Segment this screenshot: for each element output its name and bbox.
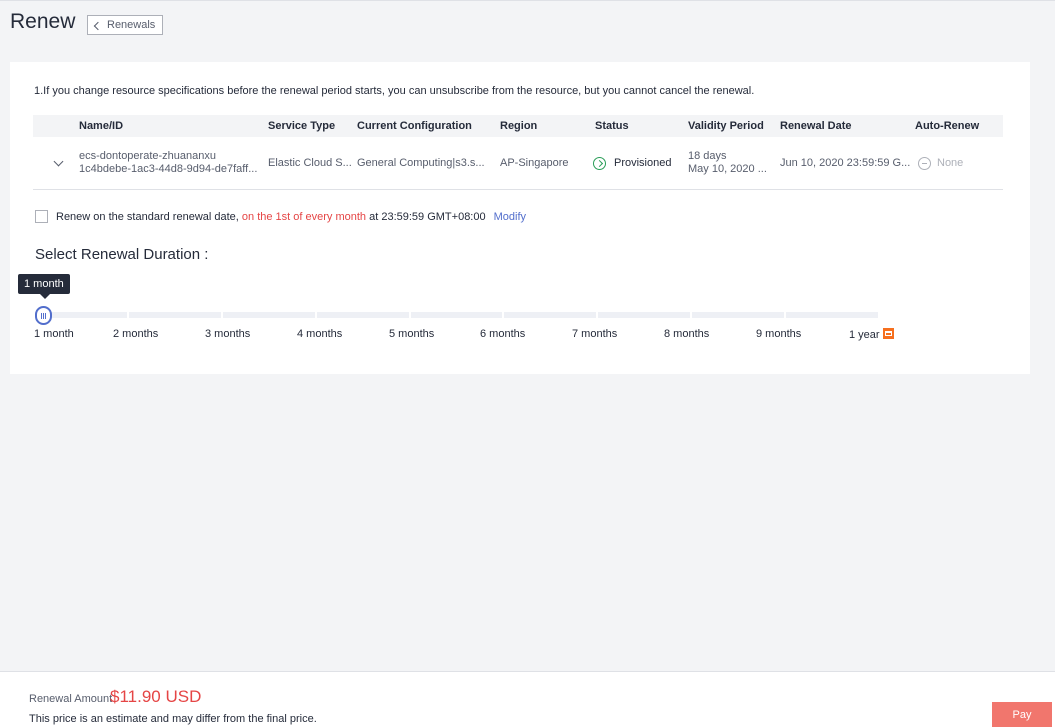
duration-option-5-months[interactable]: 5 months <box>389 328 434 340</box>
service-type: Elastic Cloud S... <box>268 157 352 169</box>
back-button-label: Renewals <box>107 19 156 31</box>
slider-tooltip: 1 month <box>18 274 70 299</box>
price-disclaimer: This price is an estimate and may differ… <box>29 713 317 725</box>
duration-section-title: Select Renewal Duration : <box>35 246 209 263</box>
duration-option-1-month[interactable]: 1 month <box>34 328 74 340</box>
pay-button[interactable]: Pay <box>992 702 1052 727</box>
duration-option-3-months[interactable]: 3 months <box>205 328 250 340</box>
slider-segment[interactable] <box>598 312 691 318</box>
renewal-date: Jun 10, 2020 23:59:59 G... <box>780 157 911 169</box>
status-provisioned-icon <box>593 157 606 170</box>
slider-grip-icon <box>45 312 46 319</box>
duration-slider-track[interactable] <box>35 312 879 318</box>
renewal-option-suffix: at 23:59:59 GMT+08:00 <box>369 210 486 223</box>
col-renewal-date: Renewal Date <box>780 120 852 132</box>
auto-renew-icon <box>918 157 931 170</box>
slider-segment[interactable] <box>128 312 221 318</box>
chevron-left-icon <box>93 21 103 30</box>
col-name-id: Name/ID <box>79 120 124 132</box>
duration-option-8-months[interactable]: 8 months <box>664 328 709 340</box>
validity-date: May 10, 2020 ... <box>688 163 767 175</box>
duration-option-2-months[interactable]: 2 months <box>113 328 158 340</box>
slider-segment[interactable] <box>504 312 597 318</box>
auto-renew-value: None <box>937 157 964 169</box>
modify-link[interactable]: Modify <box>494 211 526 223</box>
duration-option-6-months[interactable]: 6 months <box>480 328 525 340</box>
col-auto-renew: Auto-Renew <box>915 120 980 132</box>
renewal-amount-value: $11.90 USD <box>110 687 202 706</box>
region: AP-Singapore <box>500 157 569 169</box>
resource-id: 1c4bdebe-1ac3-44d8-9d94-de7faff... <box>79 163 258 175</box>
slider-segment[interactable] <box>316 312 409 318</box>
standard-renewal-checkbox[interactable] <box>35 210 48 223</box>
slider-segment[interactable] <box>692 312 785 318</box>
col-region: Region <box>500 120 538 132</box>
footer-bar: Renewal Amount $11.90 USD This price is … <box>0 671 1055 727</box>
duration-option-4-months[interactable]: 4 months <box>297 328 342 340</box>
table-header: Name/ID Service Type Current Configurati… <box>33 115 1003 137</box>
renewal-note: 1.If you change resource specifications … <box>34 85 755 97</box>
chevron-down-icon[interactable] <box>53 156 64 167</box>
duration-option-9-months[interactable]: 9 months <box>756 328 801 340</box>
configuration: General Computing|s3.s... <box>357 157 485 169</box>
duration-slider-thumb[interactable] <box>35 306 52 325</box>
vertical-scrollbar[interactable] <box>1041 44 1055 671</box>
slider-segment[interactable] <box>786 312 879 318</box>
renewal-option-highlight: on the 1st of every month <box>241 210 367 223</box>
back-to-renewals-button[interactable]: Renewals <box>87 15 164 35</box>
duration-option-7-months[interactable]: 7 months <box>572 328 617 340</box>
standard-renewal-option: Renew on the standard renewal date, on t… <box>35 210 526 223</box>
renewal-option-prefix: Renew on the standard renewal date, <box>56 210 239 223</box>
slider-grip-icon <box>43 312 44 319</box>
col-service-type: Service Type <box>268 120 336 132</box>
slider-grip-icon <box>41 312 42 319</box>
col-validity: Validity Period <box>688 120 764 132</box>
top-bar: Renew Renewals <box>0 0 1055 44</box>
renewal-amount-label: Renewal Amount <box>29 693 113 705</box>
col-configuration: Current Configuration <box>357 120 472 132</box>
duration-option-1-year-label: 1 year <box>849 329 880 341</box>
col-status: Status <box>595 120 629 132</box>
validity-days: 18 days <box>688 150 727 162</box>
slider-segment[interactable] <box>222 312 315 318</box>
duration-option-1-year[interactable]: 1 year <box>849 328 894 341</box>
page-title: Renew <box>10 10 76 33</box>
status-text: Provisioned <box>614 157 672 169</box>
renewal-panel: 1.If you change resource specifications … <box>10 62 1030 374</box>
slider-segment[interactable] <box>410 312 503 318</box>
calendar-icon <box>882 328 894 339</box>
resource-name: ecs-dontoperate-zhuananxu <box>79 150 216 162</box>
table-row: ecs-dontoperate-zhuananxu 1c4bdebe-1ac3-… <box>33 138 1003 190</box>
